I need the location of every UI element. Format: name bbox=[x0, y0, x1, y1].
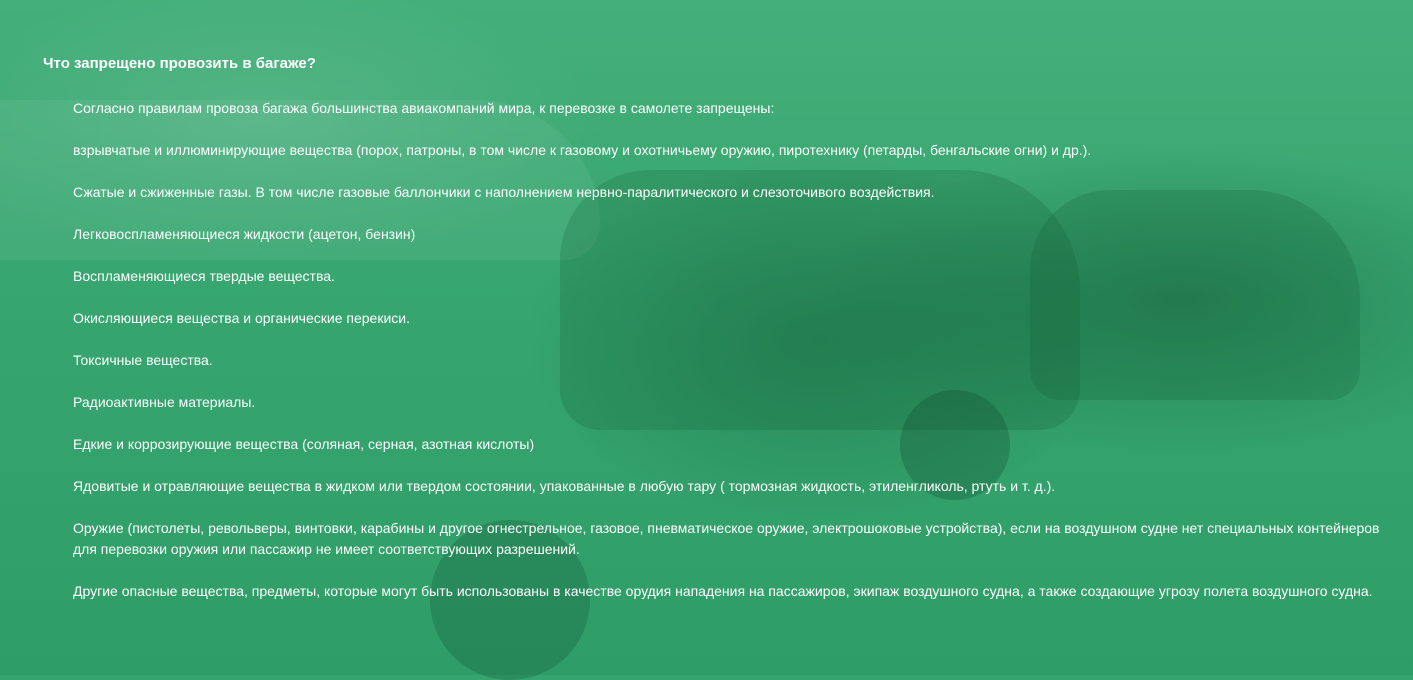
prohibited-items-list: Согласно правилам провоза багажа большин… bbox=[43, 98, 1393, 602]
list-item: Другие опасные вещества, предметы, котор… bbox=[73, 583, 1373, 599]
list-item: Легковоспламеняющиеся жидкости (ацетон, … bbox=[73, 226, 416, 242]
baggage-rules-section: Что запрещено провозить в багаже? Соглас… bbox=[43, 54, 1393, 623]
list-item: Оружие (пистолеты, револьверы, винтовки,… bbox=[73, 520, 1380, 557]
list-item: Воспламеняющиеся твердые вещества. bbox=[73, 268, 335, 284]
list-item: Ядовитые и отравляющие вещества в жидком… bbox=[73, 478, 1056, 494]
list-item: Радиоактивные материалы. bbox=[73, 394, 256, 410]
list-item: Токсичные вещества. bbox=[73, 352, 213, 368]
section-title: Что запрещено провозить в багаже? bbox=[43, 55, 316, 72]
list-item: взрывчатые и иллюминирующие вещества (по… bbox=[73, 142, 1092, 158]
list-item: Окисляющиеся вещества и органические пер… bbox=[73, 310, 410, 326]
list-item: Едкие и коррозирующие вещества (соляная,… bbox=[73, 436, 535, 452]
list-item: Сжатые и сжиженные газы. В том числе газ… bbox=[73, 184, 935, 200]
intro-text: Согласно правилам провоза багажа большин… bbox=[73, 100, 775, 116]
